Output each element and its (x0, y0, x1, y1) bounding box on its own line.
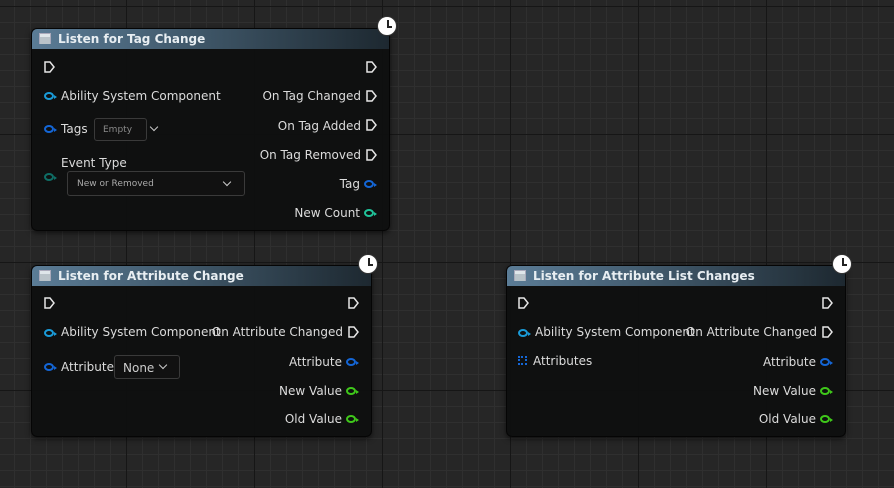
latent-clock-icon (377, 16, 397, 36)
node-listen-for-tag-change[interactable]: Listen for Tag Change Ability System Com… (31, 28, 390, 231)
attribute-pin[interactable] (44, 363, 57, 371)
on-attribute-changed-pin[interactable] (348, 326, 359, 338)
asc-pin[interactable] (44, 329, 57, 337)
on-attribute-changed-pin[interactable] (822, 326, 833, 338)
new-value-label: New Value (279, 384, 342, 398)
tag-out-pin[interactable] (364, 180, 377, 188)
function-icon (39, 270, 51, 281)
node-header[interactable]: Listen for Tag Change (32, 29, 389, 49)
event-type-value: New or Removed (77, 179, 154, 189)
on-tag-changed-pin[interactable] (366, 90, 377, 102)
on-tag-removed-pin[interactable] (366, 149, 377, 161)
new-value-pin[interactable] (820, 387, 833, 395)
on-tag-added-label: On Tag Added (277, 119, 361, 133)
new-count-label: New Count (294, 206, 360, 220)
latent-clock-icon (832, 254, 852, 274)
exec-in-pin[interactable] (44, 61, 55, 73)
attribute-value: None (123, 361, 155, 375)
old-value-label: Old Value (284, 412, 342, 426)
attribute-label: Attribute (61, 360, 114, 374)
old-value-pin[interactable] (820, 415, 833, 423)
exec-in-pin[interactable] (518, 297, 529, 309)
node-header[interactable]: Listen for Attribute List Changes (507, 266, 845, 286)
node-listen-for-attribute-list-changes[interactable]: Listen for Attribute List Changes Abilit… (506, 265, 846, 437)
on-attribute-changed-label: On Attribute Changed (685, 325, 817, 339)
on-tag-added-pin[interactable] (366, 119, 377, 131)
tags-field[interactable]: Empty (94, 118, 147, 141)
asc-label: Ability System Component (61, 325, 221, 339)
new-count-pin[interactable] (364, 209, 377, 217)
chevron-down-icon (158, 360, 168, 370)
chevron-down-icon[interactable] (149, 122, 159, 132)
exec-out-pin[interactable] (366, 61, 377, 73)
asc-label: Ability System Component (535, 325, 695, 339)
node-listen-for-attribute-change[interactable]: Listen for Attribute Change Ability Syst… (31, 265, 372, 437)
on-attribute-changed-label: On Attribute Changed (211, 325, 343, 339)
tags-pin[interactable] (44, 125, 57, 133)
event-type-pin[interactable] (44, 173, 57, 181)
node-header[interactable]: Listen for Attribute Change (32, 266, 371, 286)
function-icon (39, 33, 51, 44)
on-tag-changed-label: On Tag Changed (262, 89, 361, 103)
attributes-label: Attributes (533, 354, 593, 368)
latent-clock-icon (358, 254, 378, 274)
node-title: Listen for Attribute List Changes (533, 269, 755, 283)
new-value-pin[interactable] (346, 387, 359, 395)
tags-label: Tags (61, 122, 88, 136)
node-title: Listen for Tag Change (58, 32, 206, 46)
old-value-label: Old Value (758, 412, 816, 426)
on-tag-removed-label: On Tag Removed (259, 148, 361, 162)
chevron-down-icon (222, 177, 232, 187)
exec-in-pin[interactable] (44, 297, 55, 309)
function-icon (514, 270, 526, 281)
asc-pin[interactable] (518, 329, 531, 337)
node-title: Listen for Attribute Change (58, 269, 244, 283)
attribute-out-pin[interactable] (346, 358, 359, 366)
attribute-out-label: Attribute (289, 355, 342, 369)
attribute-dropdown[interactable]: None (114, 355, 180, 379)
exec-out-pin[interactable] (348, 297, 359, 309)
event-type-label: Event Type (61, 156, 127, 170)
new-value-label: New Value (753, 384, 816, 398)
array-pin-icon[interactable] (518, 356, 527, 365)
exec-out-pin[interactable] (822, 297, 833, 309)
attribute-out-pin[interactable] (820, 358, 833, 366)
asc-label: Ability System Component (61, 89, 221, 103)
attribute-out-label: Attribute (763, 355, 816, 369)
old-value-pin[interactable] (346, 415, 359, 423)
asc-pin[interactable] (44, 92, 57, 100)
tag-label: Tag (339, 177, 360, 191)
event-type-dropdown[interactable]: New or Removed (67, 171, 245, 196)
